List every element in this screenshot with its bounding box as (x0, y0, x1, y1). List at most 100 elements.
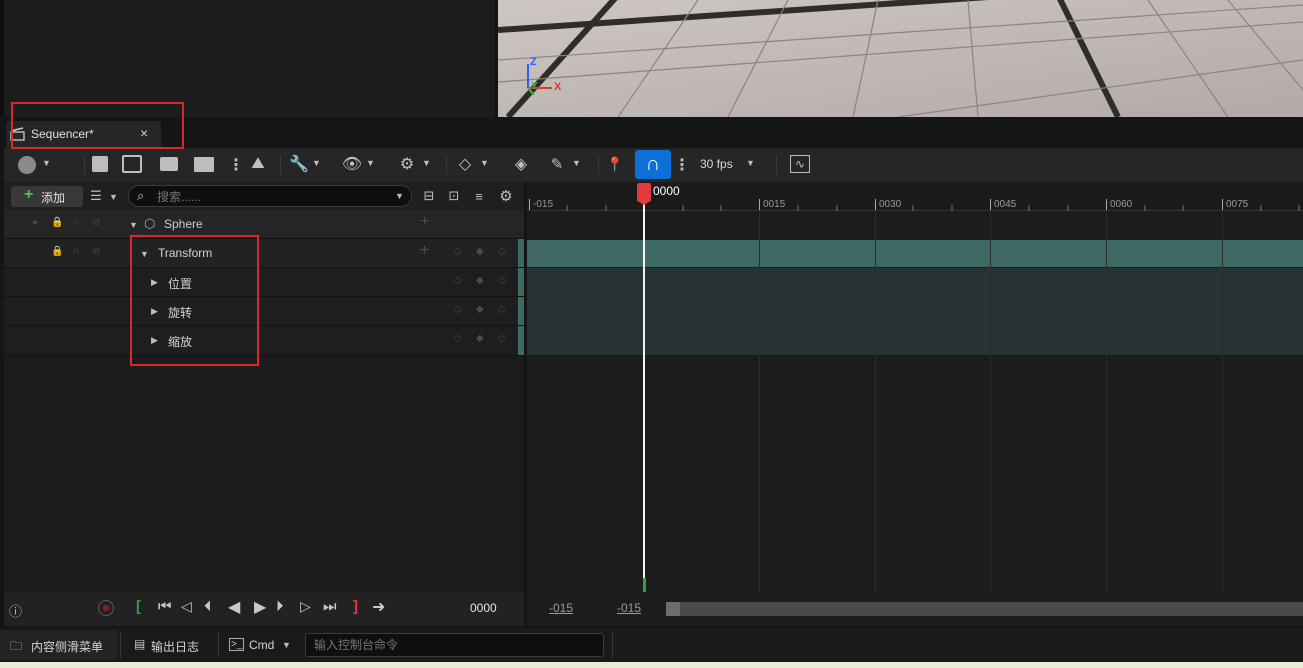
current-frame-value[interactable]: 0000 (470, 601, 497, 615)
output-log-label: 输出日志 (151, 640, 200, 654)
playhead-line[interactable] (643, 204, 645, 592)
pen-icon[interactable]: ✎ (548, 155, 566, 173)
next-key-icon[interactable]: ◇ (498, 304, 506, 315)
play-icon[interactable]: ▶ (254, 597, 266, 617)
track-color-strip (518, 297, 524, 325)
track-row-transform[interactable]: 🔒 ∩ ⊘ ▼ Transform + ◇ ◆ ◇ (4, 239, 524, 268)
add-track-button[interactable]: + 添加 (11, 186, 83, 207)
lock-icon[interactable]: 🔒 (51, 217, 63, 228)
prev-key-icon[interactable]: ◁ (181, 598, 192, 615)
set-end-icon[interactable]: ] (353, 598, 358, 615)
range-end-value[interactable]: -015 (617, 601, 641, 615)
tab-strip (0, 117, 1303, 150)
prev-key-icon[interactable]: ◇ (454, 333, 462, 344)
collapse-rows-icon[interactable]: ⊟ (421, 188, 437, 204)
playhead-frame-label: 0000 (653, 184, 680, 198)
track-color-strip (518, 326, 524, 355)
timeline-scrollbar-track[interactable] (666, 602, 1303, 616)
chevron-down-icon[interactable]: ▼ (312, 158, 321, 168)
chevron-down-icon[interactable]: ▼ (366, 158, 375, 168)
step-back-icon[interactable]: ⏴ (204, 598, 212, 615)
curve-editor-icon[interactable]: ∿ (790, 155, 810, 173)
grid-line (1106, 211, 1107, 592)
prev-key-icon[interactable]: ◇ (454, 304, 462, 315)
snap-magnet-icon[interactable]: ∩ (635, 150, 671, 179)
key-diamond-icon[interactable]: ◇ (456, 155, 474, 173)
next-key-icon[interactable]: ▷ (300, 598, 311, 615)
track-label: Sphere (164, 217, 203, 231)
add-subtrack-icon[interactable]: + (420, 242, 429, 260)
play-reverse-icon[interactable]: ◀ (228, 597, 240, 617)
next-key-icon[interactable]: ◇ (498, 333, 506, 344)
save-icon[interactable] (92, 156, 108, 172)
step-forward-icon[interactable]: ⏵ (276, 598, 284, 615)
chevron-down-icon[interactable]: ▼ (422, 158, 431, 168)
wrench-icon[interactable]: 🔧 (289, 154, 309, 174)
mute-icon[interactable]: ⊘ (92, 217, 100, 228)
chevron-down-icon[interactable]: ▼ (480, 158, 489, 168)
timeline-scrollbar-thumb[interactable] (666, 602, 680, 616)
expand-rows-icon[interactable]: ⊡ (446, 188, 462, 204)
info-icon[interactable]: ⓘ (9, 601, 22, 620)
jump-to-end-icon[interactable]: ⏭ (323, 598, 337, 615)
snap-options-icon[interactable]: ⋮ (674, 155, 690, 175)
loop-arrow-icon[interactable]: ➜ (372, 597, 385, 617)
pin-icon[interactable]: ✦ (31, 218, 39, 229)
next-key-icon[interactable]: ◇ (498, 246, 506, 257)
eye-icon[interactable]: 👁 (342, 156, 362, 173)
add-key-icon[interactable]: ◆ (476, 304, 484, 315)
headphones-icon[interactable]: ∩ (72, 217, 79, 228)
add-key-icon[interactable]: ◆ (476, 333, 484, 344)
chevron-down-icon[interactable]: ▼ (109, 192, 118, 202)
playhead-marker[interactable] (637, 183, 651, 205)
marker-pin-icon[interactable]: 📍 (606, 156, 623, 172)
cmd-dropdown[interactable]: >_ Cmd ▼ (222, 630, 300, 660)
viewport[interactable]: Z Y X (498, 0, 1303, 117)
status-divider (612, 632, 613, 658)
fps-dropdown-label[interactable]: 30 fps (700, 157, 733, 171)
clapperboard-icon[interactable] (194, 157, 214, 172)
headphones-icon[interactable]: ∩ (72, 246, 79, 257)
next-key-icon[interactable]: ◇ (498, 275, 506, 286)
track-row-scale[interactable]: ▶ 缩放 ◇ ◆ ◇ (4, 326, 524, 356)
prev-key-icon[interactable]: ◇ (454, 246, 462, 257)
output-log-icon: ▤ (134, 637, 146, 651)
console-command-input[interactable] (305, 633, 604, 657)
add-subtrack-icon[interactable]: + (420, 213, 429, 231)
key-interp-icon[interactable]: ◈ (512, 155, 530, 173)
jump-to-start-icon[interactable]: ⏮ (158, 598, 172, 615)
render-icon[interactable]: ⛰ (248, 155, 268, 173)
range-start-value[interactable]: -015 (549, 601, 573, 615)
toolbar-divider (84, 155, 85, 175)
content-drawer-button[interactable]: 🗀 内容侧滑菜单 (0, 630, 117, 660)
chevron-down-icon[interactable]: ▼ (572, 158, 581, 168)
search-box[interactable]: ⌕ ▼ (128, 185, 412, 207)
track-row-location[interactable]: ▶ 位置 ◇ ◆ ◇ (4, 268, 524, 297)
settings-gear-icon[interactable]: ⚙ (497, 187, 515, 205)
world-icon[interactable] (18, 156, 36, 174)
expand-arrow-icon[interactable]: ▼ (129, 220, 138, 230)
mute-icon[interactable]: ⊘ (92, 246, 100, 257)
record-button[interactable] (98, 600, 114, 616)
more-options-icon[interactable]: ⋮ (228, 155, 244, 175)
camera-icon[interactable] (160, 157, 178, 171)
add-key-icon[interactable]: ◆ (476, 275, 484, 286)
chevron-down-icon[interactable]: ▼ (746, 158, 755, 168)
auto-key-gear-icon[interactable]: ⚙ (398, 155, 416, 173)
track-row-sphere[interactable]: ✦ 🔒 ∩ ⊘ ▼ ⬡ Sphere + (4, 210, 524, 239)
plus-icon: + (24, 186, 34, 203)
track-color-strip (518, 268, 524, 296)
set-start-icon[interactable]: [ (136, 598, 141, 615)
filter-icon[interactable]: ☰ (88, 188, 104, 204)
find-asset-icon[interactable] (122, 155, 142, 173)
chevron-down-icon[interactable]: ▼ (42, 158, 51, 168)
search-input[interactable] (155, 188, 389, 206)
lock-icon[interactable]: 🔒 (51, 246, 63, 257)
add-key-icon[interactable]: ◆ (476, 246, 484, 257)
output-log-button[interactable]: ▤ 输出日志 (124, 630, 214, 660)
chevron-down-icon[interactable]: ▼ (395, 191, 404, 201)
list-view-icon[interactable]: ≡ (471, 188, 487, 204)
prev-key-icon[interactable]: ◇ (454, 275, 462, 286)
track-row-rotation[interactable]: ▶ 旋转 ◇ ◆ ◇ (4, 297, 524, 326)
left-panel-top (0, 0, 494, 117)
